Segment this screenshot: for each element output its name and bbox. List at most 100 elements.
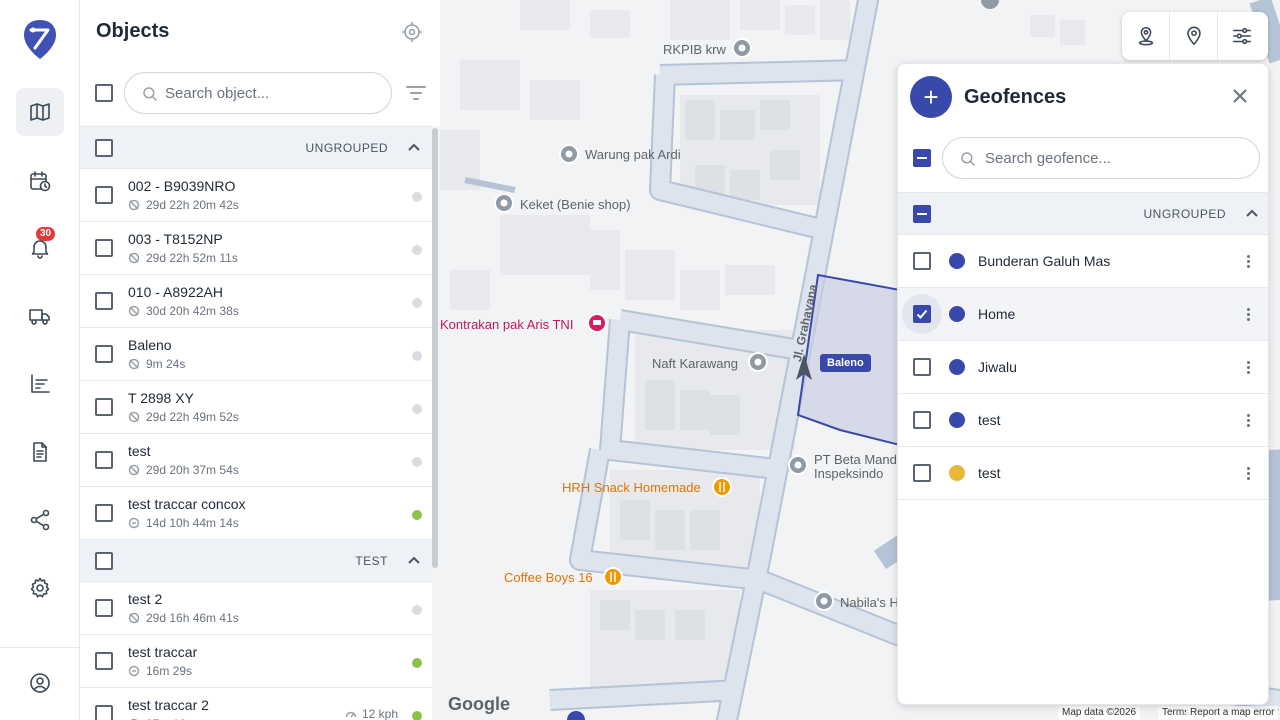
object-search-input[interactable]: Search object... <box>124 72 392 114</box>
truck-icon <box>29 309 50 325</box>
poi-label[interactable]: Kontrakan pak Aris TNI <box>440 317 573 332</box>
poi-label[interactable]: HRH Snack Homemade <box>562 480 701 495</box>
object-row[interactable]: 003 - T8152NP 29d 22h 52m 11s <box>80 222 432 275</box>
more-vertical-icon[interactable] <box>1238 304 1258 324</box>
geofence-checkbox[interactable] <box>913 411 931 429</box>
group-checkbox[interactable] <box>95 552 113 570</box>
object-checkbox[interactable] <box>95 398 113 416</box>
more-vertical-icon[interactable] <box>1238 357 1258 377</box>
object-checkbox[interactable] <box>95 451 113 469</box>
geofence-row[interactable]: Home <box>898 288 1268 341</box>
object-checkbox[interactable] <box>95 652 113 670</box>
chevron-up-icon[interactable] <box>406 140 422 156</box>
poi-label[interactable]: Coffee Boys 16 <box>504 570 593 585</box>
close-icon[interactable] <box>1230 86 1250 106</box>
group-name: UNGROUPED <box>1143 207 1226 221</box>
group-checkbox[interactable] <box>95 139 113 157</box>
object-checkbox[interactable] <box>95 599 113 617</box>
object-checkbox[interactable] <box>95 705 113 720</box>
chevron-up-icon[interactable] <box>1244 206 1260 222</box>
nav-vehicles[interactable] <box>16 292 64 340</box>
object-status: 29d 20h 37m 54s <box>128 463 239 477</box>
objects-panel: Objects Search object... UNGROUPED 002 -… <box>80 0 440 720</box>
select-all-geofences-checkbox[interactable] <box>913 149 931 167</box>
nav-documents[interactable] <box>16 428 64 476</box>
map-report-link[interactable]: Report a map error <box>1186 706 1279 720</box>
poi-label[interactable]: Naft Karawang <box>652 356 738 371</box>
object-name: test traccar <box>128 644 198 660</box>
search-icon <box>961 152 975 166</box>
chevron-up-icon[interactable] <box>406 553 422 569</box>
object-row[interactable]: test 2 29d 16h 46m 41s <box>80 582 432 635</box>
geofence-color-dot <box>949 359 965 375</box>
geofence-search-input[interactable]: Search geofence... <box>942 137 1260 179</box>
nav-history[interactable] <box>16 157 64 205</box>
nav-settings[interactable] <box>16 564 64 612</box>
more-vertical-icon[interactable] <box>1238 251 1258 271</box>
geofence-checkbox[interactable] <box>913 358 931 376</box>
poi-label[interactable]: Keket (Benie shop) <box>520 197 631 212</box>
engine-icon <box>128 517 140 529</box>
nav-share[interactable] <box>16 496 64 544</box>
object-name: 010 - A8922AH <box>128 284 223 300</box>
object-row[interactable]: 002 - B9039NRO 29d 22h 20m 42s <box>80 169 432 222</box>
object-row[interactable]: test traccar concox 14d 10h 44m 14s <box>80 487 432 540</box>
filter-icon[interactable] <box>404 82 428 104</box>
crosshair-icon[interactable] <box>400 20 424 44</box>
object-speed-text: 12 kph <box>361 707 398 720</box>
geofence-color-dot <box>949 253 965 269</box>
add-geofence-button[interactable]: + <box>910 76 952 118</box>
bar-chart-icon <box>31 374 50 393</box>
group-header-test[interactable]: TEST <box>80 540 432 582</box>
object-status: 29d 22h 52m 11s <box>128 251 238 265</box>
object-status-text: 9m 24s <box>146 357 186 371</box>
geofence-checkbox[interactable] <box>913 305 931 323</box>
object-checkbox[interactable] <box>95 186 113 204</box>
poi-label[interactable]: Inspeksindo <box>814 466 883 481</box>
object-checkbox[interactable] <box>95 345 113 363</box>
poi-label[interactable]: Warung pak Ardi <box>585 147 681 162</box>
location-button[interactable] <box>1170 12 1218 60</box>
object-row[interactable]: 010 - A8922AH 30d 20h 42m 38s <box>80 275 432 328</box>
object-status: 30d 20h 42m 38s <box>128 304 239 318</box>
app-logo[interactable] <box>22 18 58 60</box>
online-status-dot <box>412 658 422 668</box>
rail-divider <box>0 647 80 648</box>
geofence-checkbox[interactable] <box>913 252 931 270</box>
poi-label[interactable]: PT Beta Mand <box>814 452 897 467</box>
object-row[interactable]: test traccar 227m 18s12 kph <box>80 688 432 720</box>
geofence-checkbox[interactable] <box>913 464 931 482</box>
object-row[interactable]: test traccar 16m 29s <box>80 635 432 688</box>
object-checkbox[interactable] <box>95 504 113 522</box>
nav-map[interactable] <box>16 88 64 136</box>
group-header-ungrouped[interactable]: UNGROUPED <box>80 127 432 169</box>
object-checkbox[interactable] <box>95 292 113 310</box>
geofence-row[interactable]: Jiwalu <box>898 341 1268 394</box>
more-vertical-icon[interactable] <box>1238 463 1258 483</box>
poi-label[interactable]: Nabila's H <box>840 595 899 610</box>
object-row[interactable]: test 29d 20h 37m 54s <box>80 434 432 487</box>
poi-label[interactable]: RKPIB krw <box>663 42 726 57</box>
calendar-clock-icon <box>30 171 51 192</box>
object-name: Baleno <box>128 337 172 353</box>
geofence-toggle-button[interactable] <box>1122 12 1170 60</box>
geofence-row[interactable]: test <box>898 394 1268 447</box>
geofence-row[interactable]: test <box>898 447 1268 500</box>
scrollbar-thumb[interactable] <box>432 128 438 568</box>
object-checkbox[interactable] <box>95 239 113 257</box>
select-all-objects-checkbox[interactable] <box>95 84 113 102</box>
geofence-row[interactable]: Bunderan Galuh Mas <box>898 235 1268 288</box>
nav-reports[interactable] <box>16 360 64 408</box>
group-checkbox[interactable] <box>913 205 931 223</box>
location-pin-icon <box>1186 26 1201 46</box>
vehicle-marker-label[interactable]: Baleno <box>820 354 871 372</box>
geofence-group-header[interactable]: UNGROUPED <box>898 193 1268 235</box>
map-controls <box>1122 12 1268 60</box>
object-row[interactable]: Baleno 9m 24s <box>80 328 432 381</box>
map-settings-button[interactable] <box>1218 12 1266 60</box>
parking-off-icon <box>128 305 140 317</box>
more-vertical-icon[interactable] <box>1238 410 1258 430</box>
online-status-dot <box>412 404 422 414</box>
nav-account[interactable] <box>16 659 64 707</box>
object-row[interactable]: T 2898 XY 29d 22h 49m 52s <box>80 381 432 434</box>
